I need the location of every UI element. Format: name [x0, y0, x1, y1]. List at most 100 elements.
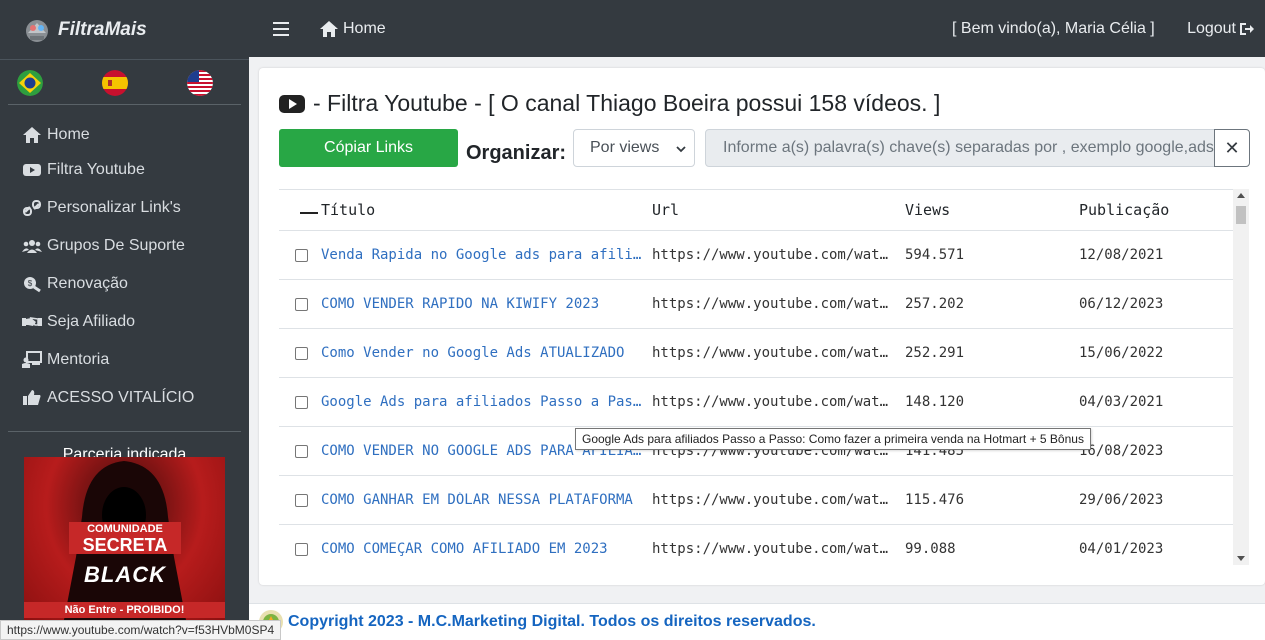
banner-footer: Não Entre - PROIBIDO! [24, 602, 225, 618]
row-checkbox[interactable] [294, 297, 308, 311]
home-icon [320, 20, 338, 37]
sidebar-item-label: Home [47, 126, 90, 143]
row-checkbox[interactable] [294, 542, 308, 556]
logout-label: Logout [1187, 19, 1236, 37]
row-checkbox-cell [279, 346, 319, 360]
youtube-icon [279, 94, 305, 113]
row-checkbox-cell [279, 395, 319, 409]
menu-toggle-icon[interactable] [273, 21, 289, 36]
table-row: Google Ads para afiliados Passo a Passo … [279, 378, 1249, 427]
sidebar-item-seja-afiliado[interactable]: Seja Afiliado [0, 303, 249, 341]
video-url: https://www.youtube.com/watch [652, 247, 897, 263]
row-checkbox[interactable] [294, 248, 308, 262]
sidebar-item-renovacao[interactable]: $ Renovação [0, 265, 249, 303]
chalkboard-icon [22, 351, 42, 368]
video-views: 252.291 [905, 345, 965, 361]
top-home-link[interactable]: Home [319, 20, 386, 38]
video-date: 15/06/2022 [1079, 345, 1164, 361]
brand[interactable]: FiltraMais [0, 0, 249, 60]
renew-icon: $ [24, 277, 41, 293]
video-date: 12/08/2021 [1079, 247, 1164, 263]
video-views: 148.120 [905, 394, 965, 410]
video-url: https://www.youtube.com/watch [652, 492, 897, 508]
brand-logo-icon [26, 19, 48, 42]
partner-banner[interactable]: COMUNIDADE SECRETA BLACK Não Entre - PRO… [24, 457, 225, 620]
copy-links-button[interactable]: Cópiar Links [279, 129, 458, 167]
organize-select[interactable]: Por views [573, 129, 695, 167]
row-checkbox-cell [279, 248, 319, 262]
link-icon [23, 200, 41, 216]
banner-line-2: SECRETA [69, 536, 181, 554]
banner-line-1: COMUNIDADE [69, 522, 181, 536]
keyword-search-input[interactable]: Informe a(s) palavra(s) chave(s) separad… [705, 129, 1215, 167]
clear-search-button[interactable]: ✕ [1214, 129, 1250, 167]
video-title-link[interactable]: Venda Rapida no Google ads para afiliado… [319, 247, 652, 263]
header-title[interactable]: Título [319, 201, 652, 219]
chevron-down-icon [676, 146, 686, 153]
row-checkbox-cell [279, 493, 319, 507]
video-title-link[interactable]: Google Ads para afiliados Passo a Passo [319, 394, 652, 410]
welcome-text: [ Bem vindo(a), Maria Célia ] [952, 19, 1155, 37]
row-checkbox[interactable] [294, 493, 308, 507]
table-row: Venda Rapida no Google ads para afiliado… [279, 231, 1249, 280]
page-title-text: - Filtra Youtube - [ O canal Thiago Boei… [313, 90, 941, 116]
youtube-icon [23, 164, 41, 176]
video-url: https://www.youtube.com/watch [652, 296, 897, 312]
table-row: COMO GANHAR EM DÓLAR NESSA PLATAFORMA ht… [279, 476, 1249, 525]
video-views: 594.571 [905, 247, 965, 263]
thumbs-up-icon [23, 390, 41, 405]
table-scrollbar[interactable] [1233, 189, 1249, 565]
sidebar-item-label: Seja Afiliado [47, 313, 136, 330]
handshake-icon [22, 317, 42, 326]
sidebar-item-label: Grupos De Suporte [47, 237, 185, 254]
sidebar-item-filtra-youtube[interactable]: Filtra Youtube [0, 151, 249, 189]
video-views: 257.202 [905, 296, 965, 312]
video-title-link[interactable]: COMO GANHAR EM DÓLAR NESSA PLATAFORMA [319, 492, 652, 508]
video-date: 06/12/2023 [1079, 296, 1164, 312]
sidebar-item-personalizar-links[interactable]: Personalizar Link's [0, 189, 249, 227]
video-views: 99.088 [905, 541, 956, 557]
language-selector [0, 60, 249, 104]
video-url: https://www.youtube.com/watch [652, 541, 897, 557]
sidebar-item-label: Renovação [47, 275, 128, 292]
home-icon [23, 127, 41, 143]
row-checkbox-cell [279, 542, 319, 556]
sidebar: FiltraMais Home Filtra Youtube Personali… [0, 0, 249, 640]
sidebar-item-home[interactable]: Home [0, 119, 249, 151]
sidebar-item-mentoria[interactable]: Mentoria [0, 341, 249, 379]
video-title-link[interactable]: COMO VENDER RAPIDO NA KIWIFY 2023 [319, 296, 652, 312]
video-date: 16/08/2023 [1079, 443, 1164, 459]
row-checkbox[interactable] [294, 346, 308, 360]
header-url[interactable]: Url [652, 201, 905, 219]
scroll-down-arrow-icon[interactable] [1237, 556, 1245, 561]
browser-status-url: https://www.youtube.com/watch?v=f53HVbM0… [0, 620, 282, 640]
main-card: - Filtra Youtube - [ O canal Thiago Boei… [259, 68, 1265, 585]
sidebar-item-label: Personalizar Link's [47, 199, 181, 216]
video-url: https://www.youtube.com/watch [652, 345, 897, 361]
usa-flag-icon[interactable] [187, 70, 213, 96]
table-row: COMO VENDER RAPIDO NA KIWIFY 2023 https:… [279, 280, 1249, 329]
row-checkbox[interactable] [294, 395, 308, 409]
brand-name: FiltraMais [58, 18, 147, 40]
video-title-link[interactable]: COMO COMEÇAR COMO AFILIADO EM 2023 [319, 541, 652, 557]
spain-flag-icon[interactable] [102, 70, 128, 96]
video-views: 115.476 [905, 492, 965, 508]
sidebar-nav: Home Filtra Youtube Personalizar Link's … [0, 105, 249, 417]
sidebar-item-grupos-suporte[interactable]: Grupos De Suporte [0, 227, 249, 265]
video-title-link[interactable]: Como Vender no Google Ads ATUALIZADO [319, 345, 652, 361]
header-date[interactable]: Publicação [1079, 201, 1229, 219]
row-checkbox-cell [279, 297, 319, 311]
header-views[interactable]: Views [905, 201, 1079, 219]
top-navbar: Home [ Bem vindo(a), Maria Célia ] Logou… [249, 0, 1265, 57]
scroll-up-arrow-icon[interactable] [1237, 193, 1245, 198]
organize-selected-value: Por views [590, 139, 660, 156]
banner-line-3: BLACK [84, 562, 166, 587]
video-url: https://www.youtube.com/watch [652, 394, 897, 410]
sidebar-item-label: Filtra Youtube [47, 161, 145, 178]
scroll-thumb[interactable] [1236, 206, 1246, 224]
brazil-flag-icon[interactable] [17, 70, 43, 96]
sidebar-item-acesso-vitalicio[interactable]: ACESSO VITALÍCIO [0, 379, 249, 417]
row-checkbox[interactable] [294, 444, 308, 458]
footer: Copyright 2023 - M.C.Marketing Digital. … [249, 603, 1265, 640]
logout-link[interactable]: Logout [1187, 20, 1255, 38]
